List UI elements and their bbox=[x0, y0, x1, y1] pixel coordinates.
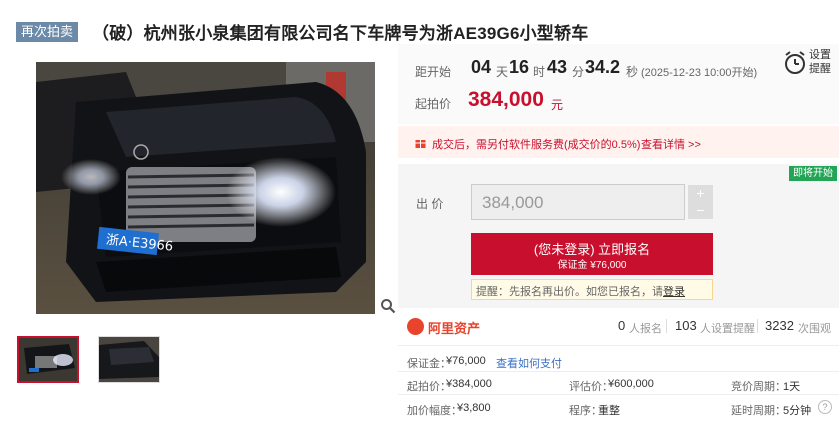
countdown-label: 距开始 bbox=[415, 65, 452, 79]
help-icon[interactable]: ? bbox=[818, 400, 832, 414]
countdown-seconds: 34.2 bbox=[585, 57, 621, 77]
set-reminder-label: 设置提醒 bbox=[809, 49, 831, 75]
ali-asset-logo-icon bbox=[407, 318, 424, 335]
divider bbox=[398, 394, 839, 395]
zoom-icon[interactable] bbox=[380, 298, 396, 314]
signup-button[interactable]: (您未登录) 立即报名 保证金 ¥76,000 bbox=[471, 233, 713, 275]
start-price-value: 384,000 bbox=[468, 88, 544, 111]
increment-label: 加价幅度： bbox=[407, 405, 462, 417]
gift-icon bbox=[415, 140, 426, 148]
delay-cycle-label: 延时周期： bbox=[731, 405, 786, 417]
increment-value: ¥3,800 bbox=[457, 402, 491, 414]
thumbnail-1[interactable] bbox=[17, 336, 79, 383]
login-link[interactable]: 登录 bbox=[663, 286, 685, 298]
relist-tag: 再次拍卖 bbox=[16, 22, 79, 42]
signup-tip: 提醒：先报名再出价。如您已报名，请登录 bbox=[471, 279, 713, 300]
signup-count: 0 bbox=[618, 318, 626, 333]
alarm-clock-icon bbox=[785, 51, 805, 74]
deposit-value: ¥76,000 bbox=[446, 355, 486, 367]
view-count-label: 次围观 bbox=[798, 323, 831, 335]
countdown-days: 04 bbox=[471, 57, 492, 77]
countdown-panel bbox=[398, 44, 839, 124]
service-fee-text: 成交后，需另付软件服务费(成交价的0.5%) bbox=[432, 139, 641, 151]
divider bbox=[666, 319, 667, 333]
car-photo-illustration: 浙A·E3966 bbox=[36, 62, 375, 314]
signup-deposit-label: 保证金 ¥76,000 bbox=[557, 260, 627, 271]
thumbnail-1-image bbox=[19, 338, 77, 381]
bid-cycle-value: 1天 bbox=[783, 381, 801, 393]
countdown-days-unit: 天 bbox=[496, 65, 509, 79]
bid-amount-input[interactable]: 384,000 bbox=[471, 184, 685, 220]
page-title: （破）杭州张小泉集团有限公司名下车牌号为浙AE39G6小型轿车 bbox=[92, 24, 589, 43]
thumbnail-2[interactable] bbox=[98, 336, 160, 383]
remind-count-label: 人设置提醒 bbox=[700, 323, 755, 335]
ali-asset-logo-text: 阿里资产 bbox=[428, 321, 481, 336]
signup-count-label: 人报名 bbox=[629, 323, 662, 335]
eval-price-label: 评估价： bbox=[569, 381, 613, 393]
start-time: (2025-12-23 10:00开始) bbox=[641, 67, 758, 79]
divider bbox=[757, 319, 758, 333]
procedure-value: 重整 bbox=[598, 405, 620, 417]
signup-tip-text: 提醒：先报名再出价。如您已报名，请 bbox=[476, 286, 663, 298]
countdown-seconds-unit: 秒 bbox=[626, 65, 639, 79]
upcoming-badge: 即将开始 bbox=[789, 166, 837, 181]
bid-increase-button[interactable]: + bbox=[688, 185, 713, 202]
view-count: 3232 bbox=[765, 318, 794, 333]
thumbnail-2-image bbox=[99, 337, 159, 382]
service-fee-notice: 成交后，需另付软件服务费(成交价的0.5%) 查看详情 >> bbox=[398, 126, 839, 158]
bid-label: 出 价 bbox=[416, 197, 444, 211]
remind-count: 103 bbox=[675, 318, 697, 333]
start-price-label: 起拍价 bbox=[415, 97, 452, 111]
bid-cycle-label: 竞价周期： bbox=[731, 381, 786, 393]
countdown-hours-unit: 时 bbox=[533, 65, 546, 79]
info-start-price-label: 起拍价： bbox=[407, 381, 451, 393]
countdown-minutes: 43 bbox=[547, 57, 568, 77]
divider bbox=[398, 371, 839, 372]
countdown-minutes-unit: 分 bbox=[572, 65, 585, 79]
bid-decrease-button[interactable]: − bbox=[688, 202, 713, 219]
countdown-hours: 16 bbox=[509, 57, 530, 77]
main-car-image[interactable]: 浙A·E3966 bbox=[36, 62, 375, 314]
start-price-unit: 元 bbox=[551, 98, 564, 112]
eval-price-value: ¥600,000 bbox=[608, 378, 654, 390]
set-reminder-button[interactable]: 设置提醒 bbox=[781, 46, 839, 78]
deposit-label: 保证金： bbox=[407, 358, 451, 370]
how-to-pay-link[interactable]: 查看如何支付 bbox=[496, 355, 562, 371]
info-start-price-value: ¥384,000 bbox=[446, 378, 492, 390]
delay-cycle-value: 5分钟 bbox=[783, 405, 812, 417]
view-details-link[interactable]: 查看详情 >> bbox=[641, 136, 701, 152]
